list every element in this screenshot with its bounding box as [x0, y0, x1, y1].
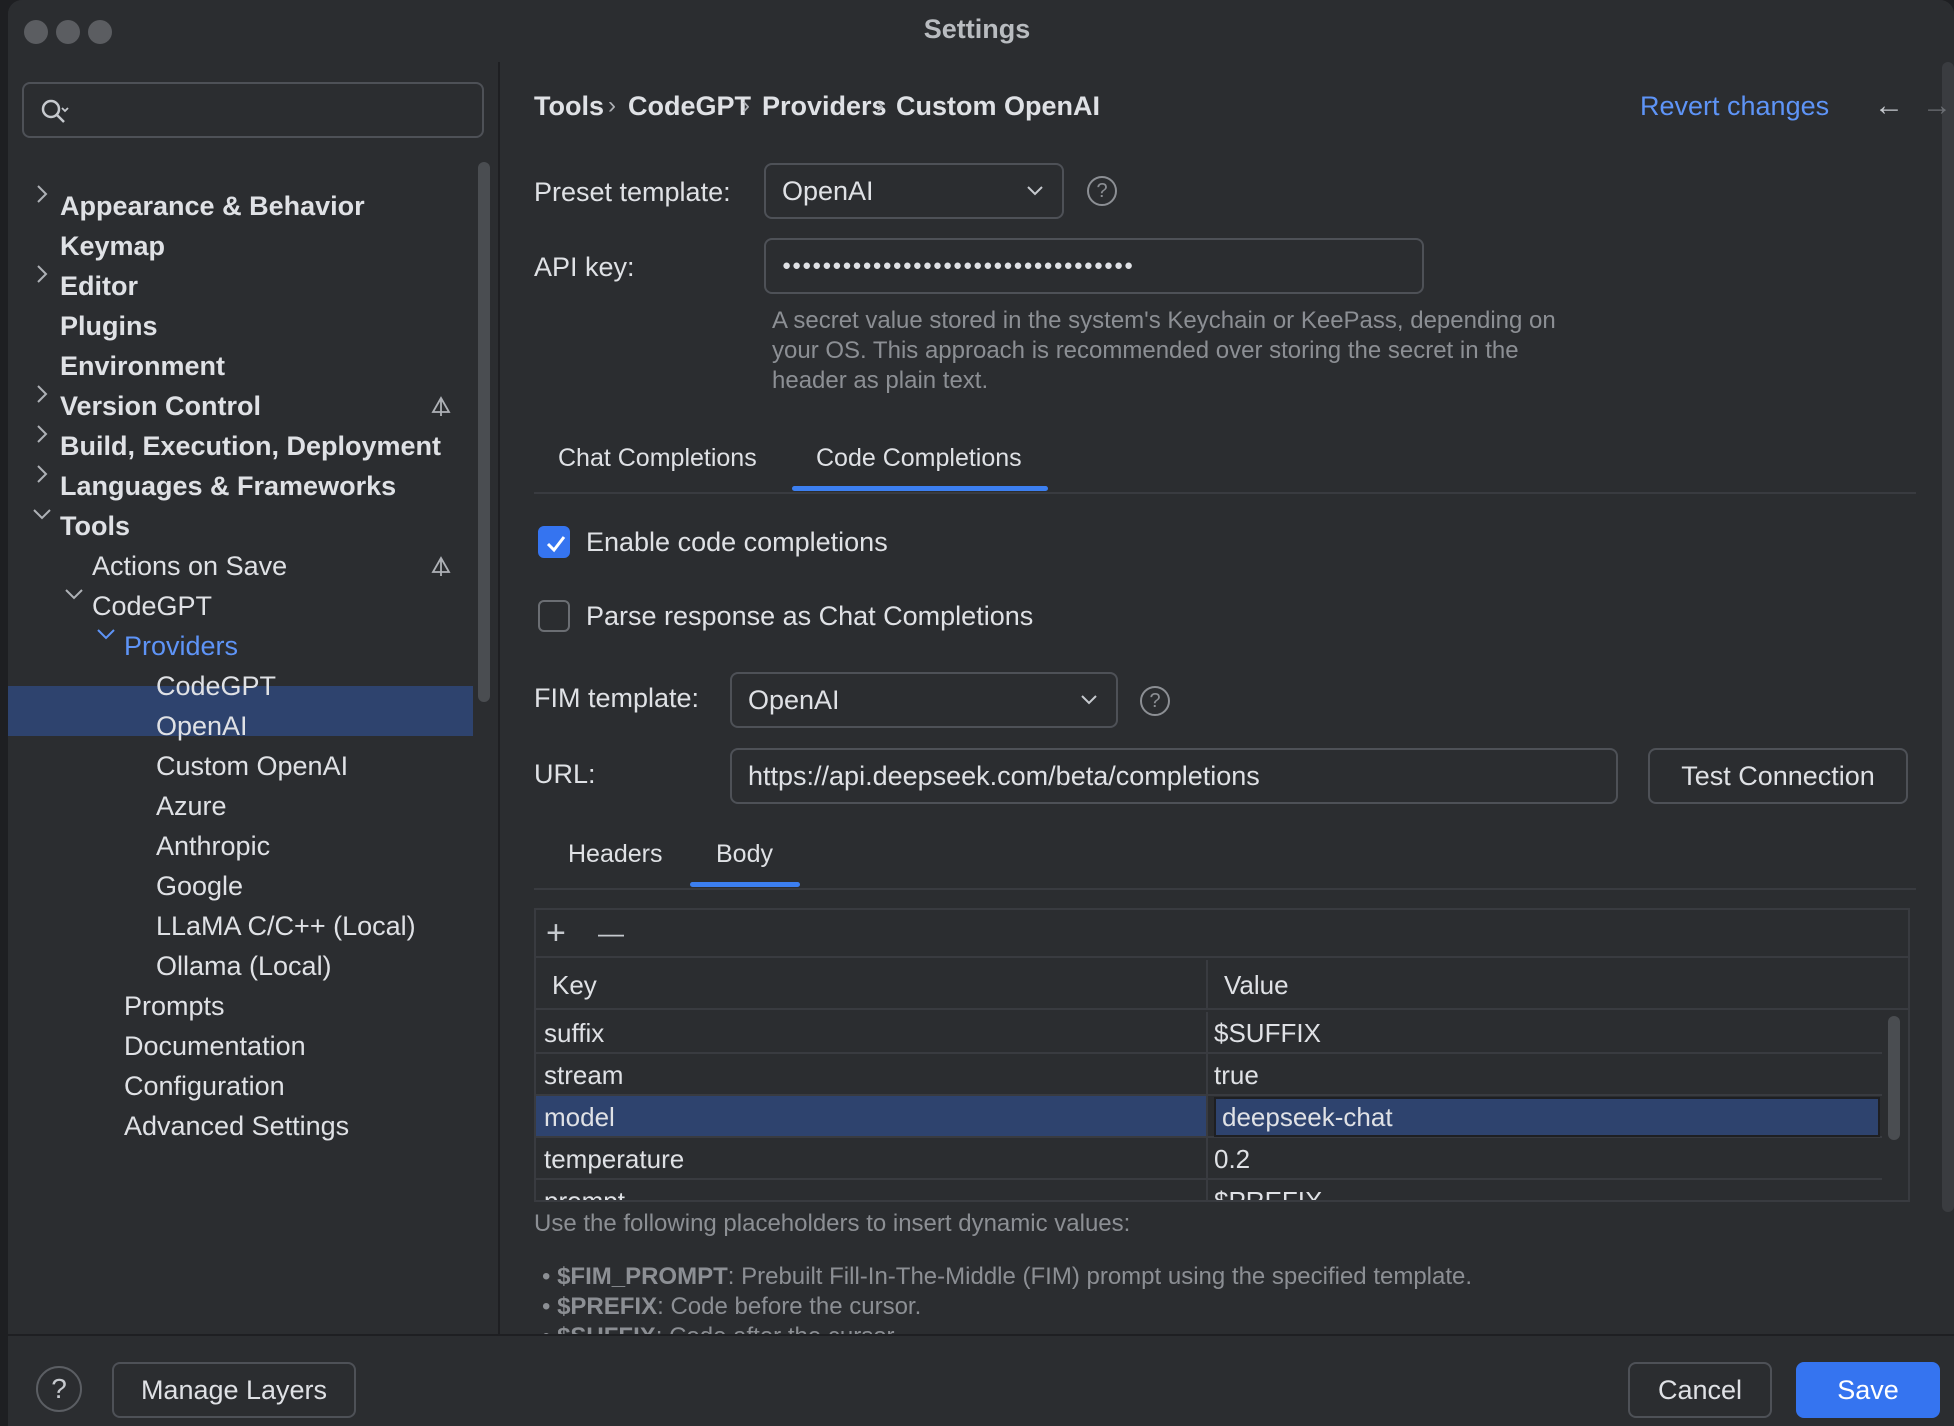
active-tab-indicator [792, 486, 1048, 491]
api-key-label: API key: [534, 252, 635, 282]
sidebar-item-advanced-settings[interactable]: Advanced Settings [124, 1102, 349, 1150]
back-arrow-icon[interactable]: ← [1874, 88, 1904, 124]
chevron-right-icon[interactable] [30, 382, 54, 406]
table-row[interactable]: temperature 0.2 [536, 1138, 1882, 1180]
placeholder-name: $PREFIX [557, 1293, 658, 1320]
url-label: URL: [534, 759, 596, 789]
url-field[interactable]: https://api.deepseek.com/beta/completion… [730, 748, 1618, 804]
chevron-down-icon[interactable] [62, 582, 86, 606]
fim-template-select[interactable]: OpenAI [730, 672, 1118, 728]
tab-body[interactable]: Body [716, 834, 773, 874]
preset-template-label: Preset template: [534, 177, 731, 207]
breadcrumb-codegpt[interactable]: CodeGPT [628, 86, 751, 126]
chevron-right-icon[interactable] [30, 182, 54, 206]
row-value[interactable]: $SUFFIX [1208, 1012, 1882, 1054]
chevron-right-icon[interactable] [30, 462, 54, 486]
cancel-button[interactable]: Cancel [1628, 1362, 1772, 1418]
placeholder-item: • $FIM_PROMPT: Prebuilt Fill-In-The-Midd… [542, 1263, 1473, 1290]
preset-template-value: OpenAI [782, 176, 874, 206]
checkmark-icon [546, 536, 566, 553]
row-value[interactable]: 0.2 [1208, 1138, 1882, 1180]
row-value[interactable]: deepseek-chat [1222, 1102, 1393, 1132]
breadcrumb-providers[interactable]: Providers [762, 86, 887, 126]
placeholders-intro: Use the following placeholders to insert… [534, 1210, 1131, 1237]
preset-template-select[interactable]: OpenAI [764, 163, 1064, 219]
row-key[interactable]: stream [536, 1054, 1208, 1096]
subtab-divider [534, 888, 1916, 890]
chevron-down-icon[interactable] [30, 502, 54, 526]
table-row[interactable]: suffix $SUFFIX [536, 1012, 1882, 1054]
sidebar-scrollbar[interactable] [478, 162, 490, 702]
revert-changes-link[interactable]: Revert changes [1640, 86, 1829, 126]
chevron-down-icon[interactable] [94, 622, 118, 646]
breadcrumb-separator: › [742, 92, 750, 119]
content-scrollbar[interactable] [1942, 62, 1954, 1212]
breadcrumb-separator: › [608, 92, 616, 119]
tab-code-completions[interactable]: Code Completions [816, 438, 1022, 478]
placeholder-desc: : Prebuilt Fill-In-The-Middle (FIM) prom… [727, 1263, 1473, 1290]
help-icon[interactable]: ? [1140, 686, 1170, 716]
row-key[interactable]: model [536, 1096, 1208, 1138]
window-title: Settings [923, 14, 1031, 44]
forward-arrow-icon[interactable]: → [1922, 88, 1952, 124]
placeholder-name: $FIM_PROMPT [557, 1263, 728, 1290]
table-scrollbar[interactable] [1888, 1016, 1900, 1140]
api-key-field[interactable]: ●●●●●●●●●●●●●●●●●●●●●●●●●●●●●●●●●●● [764, 238, 1424, 294]
chevron-down-icon [1081, 695, 1097, 705]
remove-row-icon[interactable]: — [598, 918, 624, 948]
placeholder-desc: : Code before the cursor. [657, 1293, 922, 1320]
api-key-hint: A secret value stored in the system's Ke… [772, 307, 1556, 394]
placeholder-item: • $PREFIX: Code before the cursor. [542, 1293, 922, 1320]
tab-divider [534, 492, 1916, 494]
table-toolbar: + — [536, 910, 1908, 958]
project-scope-icon [431, 396, 451, 416]
parse-response-checkbox[interactable] [538, 600, 570, 632]
dialog-footer: ? Manage Layers Cancel Save [8, 1334, 1954, 1426]
tab-headers[interactable]: Headers [568, 834, 663, 874]
enable-code-completions-label[interactable]: Enable code completions [586, 522, 888, 562]
chevron-down-icon [1027, 186, 1043, 196]
row-key[interactable]: temperature [536, 1138, 1208, 1180]
table-row[interactable]: prompt $PREFIX [536, 1180, 1882, 1200]
active-subtab-indicator [690, 882, 800, 887]
help-button[interactable]: ? [36, 1366, 82, 1412]
breadcrumb-separator: › [876, 92, 884, 119]
manage-layers-button[interactable]: Manage Layers [112, 1362, 356, 1418]
search-icon [41, 99, 69, 123]
chevron-right-icon[interactable] [30, 262, 54, 286]
column-header-value[interactable]: Value [1208, 960, 1908, 1010]
row-value[interactable]: $PREFIX [1208, 1180, 1882, 1200]
project-scope-icon [431, 556, 451, 576]
settings-sidebar: Appearance & Behavior Keymap Editor Plug… [8, 62, 500, 1334]
chevron-right-icon[interactable] [30, 422, 54, 446]
breadcrumb-tools[interactable]: Tools [534, 86, 604, 126]
body-table: + — Key Value suffix $SUFFIX stream true… [534, 908, 1910, 1202]
fim-template-label: FIM template: [534, 683, 700, 713]
enable-code-completions-checkbox[interactable] [538, 526, 570, 558]
tab-chat-completions[interactable]: Chat Completions [558, 438, 757, 478]
test-connection-button[interactable]: Test Connection [1648, 748, 1908, 804]
add-row-icon[interactable]: + [546, 916, 566, 950]
search-input[interactable] [22, 82, 484, 138]
settings-content: Tools › CodeGPT › Providers › Custom Ope… [502, 62, 1954, 1350]
fim-template-value: OpenAI [748, 685, 840, 715]
row-value-editor[interactable]: deepseek-chat [1208, 1096, 1882, 1138]
table-row-selected[interactable]: model deepseek-chat [536, 1096, 1882, 1138]
help-icon[interactable]: ? [1087, 176, 1117, 206]
save-button[interactable]: Save [1796, 1362, 1940, 1418]
row-value[interactable]: true [1208, 1054, 1882, 1096]
settings-window: Settings Appearance & Behavior Keymap Ed… [8, 0, 1954, 1426]
column-header-key[interactable]: Key [536, 960, 1208, 1010]
parse-response-label[interactable]: Parse response as Chat Completions [586, 596, 1033, 636]
title-bar: Settings [8, 0, 1954, 62]
table-row[interactable]: stream true [536, 1054, 1882, 1096]
breadcrumb-custom-openai: Custom OpenAI [896, 91, 1101, 121]
row-key[interactable]: prompt [536, 1180, 1208, 1200]
row-key[interactable]: suffix [536, 1012, 1208, 1054]
